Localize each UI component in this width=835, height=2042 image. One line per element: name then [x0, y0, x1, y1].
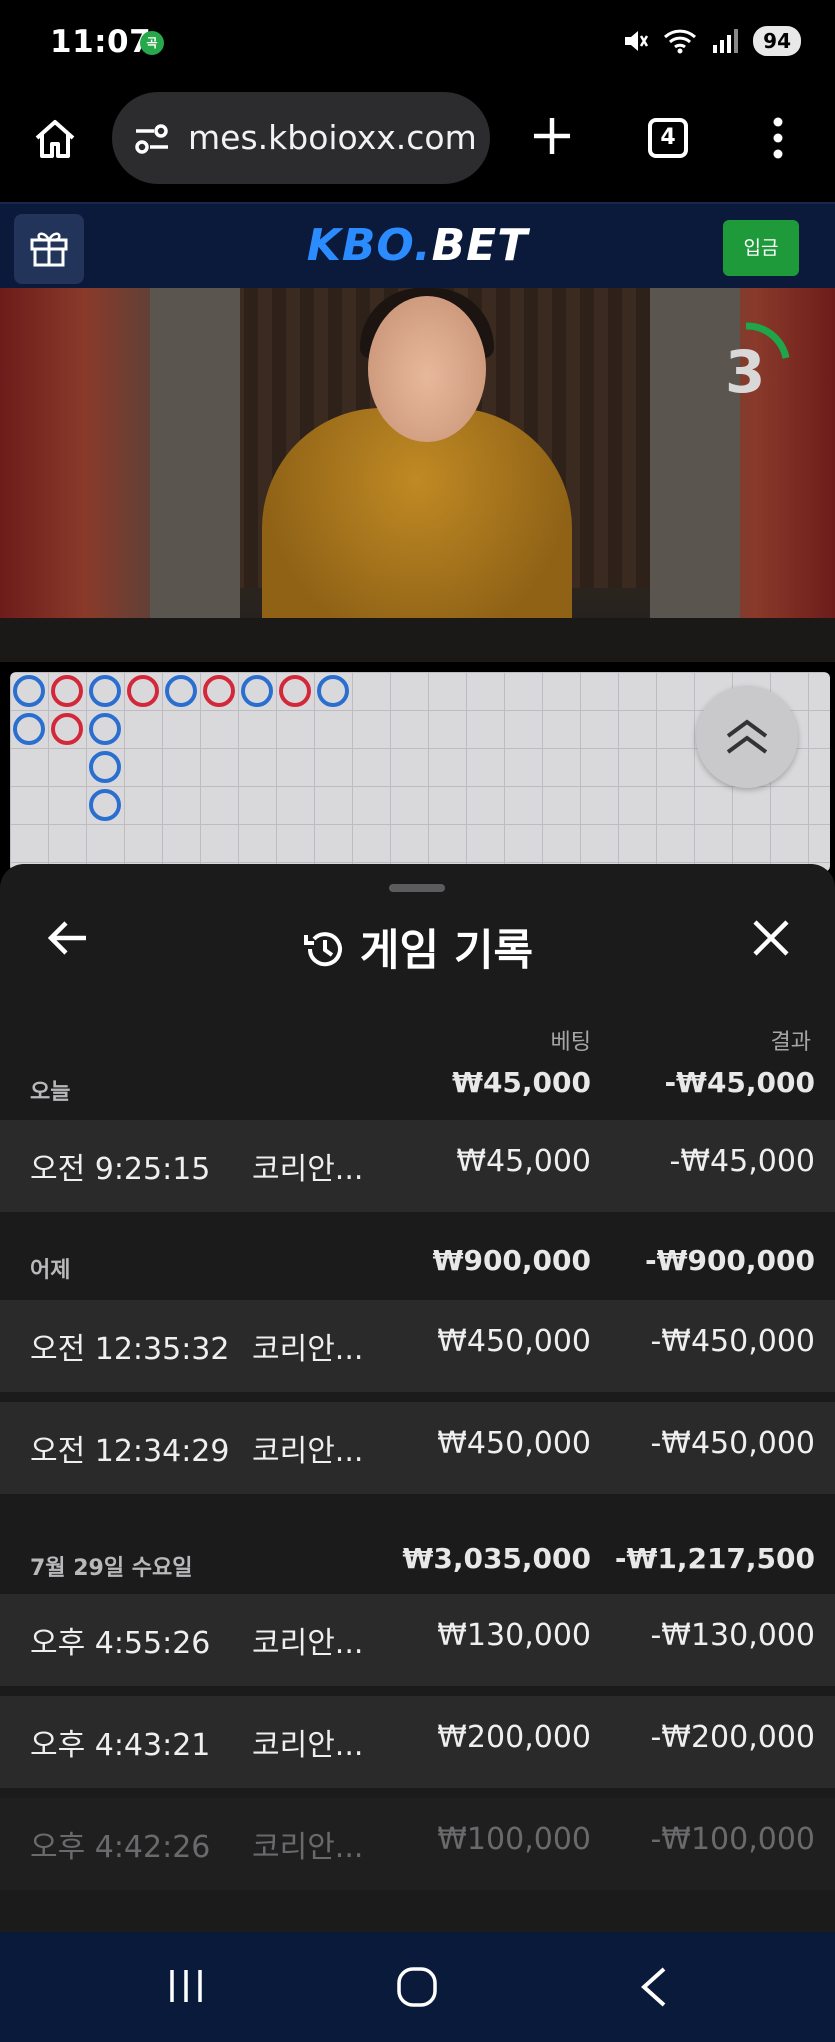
game-history-sheet: 게임 기록 베팅 결과 오늘 ₩45,000 -₩45,000 오전 9:25:…	[0, 864, 835, 1932]
row-bet: ₩45,000	[456, 1144, 591, 1179]
row-bet: ₩100,000	[437, 1822, 591, 1857]
bead-blue	[89, 789, 121, 821]
status-bar: 11:07 곡 94	[0, 0, 835, 88]
more-menu-icon[interactable]	[770, 116, 786, 160]
bet-countdown: 3	[725, 338, 766, 406]
logo-kbo: KBO.	[306, 220, 432, 271]
home-nav-icon[interactable]	[396, 1966, 438, 2008]
bead-blue	[13, 713, 45, 745]
column-header-result: 결과	[770, 1030, 811, 1055]
wifi-icon	[664, 29, 697, 54]
bead-blue	[317, 675, 349, 707]
row-time: 오전 9:25:15	[30, 1152, 211, 1187]
status-icons: 94	[621, 26, 801, 56]
bead-red	[51, 713, 83, 745]
clock: 11:07	[50, 24, 152, 60]
bead-road-grid	[10, 672, 830, 872]
row-game: 코리안...	[252, 1728, 364, 1763]
row-time: 오전 12:34:29	[30, 1434, 230, 1469]
row-result: -₩130,000	[650, 1618, 815, 1653]
new-tab-icon[interactable]	[530, 114, 574, 158]
row-game: 코리안...	[252, 1830, 364, 1865]
history-row[interactable]: 오후 4:55:26 코리안... ₩130,000 -₩130,000	[0, 1594, 835, 1686]
history-row[interactable]: 오후 4:42:26 코리안... ₩100,000 -₩100,000	[0, 1798, 835, 1890]
site-logo[interactable]: KBO.BET	[0, 220, 835, 271]
row-result: -₩100,000	[650, 1822, 815, 1857]
group-bet-total: ₩45,000	[452, 1066, 591, 1099]
history-icon	[303, 932, 342, 967]
row-result: -₩45,000	[669, 1144, 815, 1179]
row-result: -₩200,000	[650, 1720, 815, 1755]
url-text[interactable]: mes.kboioxx.com	[188, 118, 477, 157]
row-game: 코리안...	[252, 1434, 364, 1469]
row-time: 오후 4:55:26	[30, 1626, 211, 1661]
bead-blue	[89, 675, 121, 707]
bead-red	[127, 675, 159, 707]
pillar-left	[150, 288, 240, 618]
row-game: 코리안...	[252, 1626, 364, 1661]
group-date-label: 어제	[30, 1258, 71, 1283]
sheet-drag-handle[interactable]	[389, 884, 445, 892]
dealer-face	[368, 296, 486, 442]
row-result: -₩450,000	[650, 1324, 815, 1359]
back-nav-icon[interactable]	[636, 1966, 672, 2008]
row-bet: ₩130,000	[437, 1618, 591, 1653]
tab-switcher-button[interactable]: 4	[648, 118, 688, 158]
bead-blue	[89, 751, 121, 783]
group-date-label: 오늘	[30, 1080, 71, 1105]
close-icon[interactable]	[751, 918, 791, 958]
decor-left	[0, 288, 170, 662]
history-row[interactable]: 오후 4:43:21 코리안... ₩200,000 -₩200,000	[0, 1696, 835, 1788]
double-chevron-up-icon	[726, 719, 768, 754]
row-bet: ₩450,000	[437, 1426, 591, 1461]
bead-red	[203, 675, 235, 707]
address-bar[interactable]: mes.kboioxx.com	[112, 92, 490, 184]
bead-blue	[89, 713, 121, 745]
signal-icon	[713, 29, 739, 53]
deposit-button[interactable]: 입금	[723, 220, 799, 276]
sheet-title-text: 게임 기록	[359, 926, 534, 976]
row-bet: ₩450,000	[437, 1324, 591, 1359]
bead-red	[51, 675, 83, 707]
system-nav-bar	[0, 1932, 835, 2042]
row-bet: ₩200,000	[437, 1720, 591, 1755]
history-row[interactable]: 오전 12:35:32 코리안... ₩450,000 -₩450,000	[0, 1300, 835, 1392]
group-result-total: -₩1,217,500	[614, 1542, 815, 1575]
notification-app-icon: 곡	[140, 31, 164, 55]
battery-indicator: 94	[753, 26, 801, 56]
history-group: 7월 29일 수요일 ₩3,035,000 -₩1,217,500	[0, 1542, 835, 1581]
history-row[interactable]: 오전 12:34:29 코리안... ₩450,000 -₩450,000	[0, 1402, 835, 1494]
row-time: 오전 12:35:32	[30, 1332, 230, 1367]
group-bet-total: ₩900,000	[432, 1244, 591, 1277]
mute-icon	[625, 31, 649, 51]
logo-bet: BET	[431, 220, 529, 271]
history-group: 오늘 ₩45,000 -₩45,000	[0, 1066, 835, 1105]
dealer	[262, 408, 572, 648]
group-date-label: 7월 29일 수요일	[30, 1556, 193, 1581]
sheet-title: 게임 기록	[0, 916, 835, 978]
group-result-total: -₩45,000	[664, 1066, 815, 1099]
row-game: 코리안...	[252, 1332, 364, 1367]
history-row[interactable]: 오전 9:25:15 코리안... ₩45,000 -₩45,000	[0, 1120, 835, 1212]
bead-blue	[165, 675, 197, 707]
browser-toolbar: mes.kboioxx.com 4	[0, 88, 835, 202]
bead-blue	[241, 675, 273, 707]
bead-blue	[13, 675, 45, 707]
group-result-total: -₩900,000	[644, 1244, 815, 1277]
site-header: KBO.BET 입금	[0, 202, 835, 288]
group-bet-total: ₩3,035,000	[402, 1542, 591, 1575]
row-time: 오후 4:42:26	[30, 1830, 211, 1865]
expand-up-button[interactable]	[696, 686, 798, 788]
site-settings-icon[interactable]	[132, 122, 172, 156]
game-table	[0, 618, 835, 662]
home-icon[interactable]	[32, 116, 78, 162]
history-group: 어제 ₩900,000 -₩900,000	[0, 1244, 835, 1283]
row-game: 코리안...	[252, 1152, 364, 1187]
row-time: 오후 4:43:21	[30, 1728, 211, 1763]
live-dealer-video: 3	[0, 288, 835, 662]
row-result: -₩450,000	[650, 1426, 815, 1461]
column-header-bet: 베팅	[550, 1030, 591, 1055]
bead-red	[279, 675, 311, 707]
recent-apps-icon[interactable]	[166, 1966, 206, 2006]
